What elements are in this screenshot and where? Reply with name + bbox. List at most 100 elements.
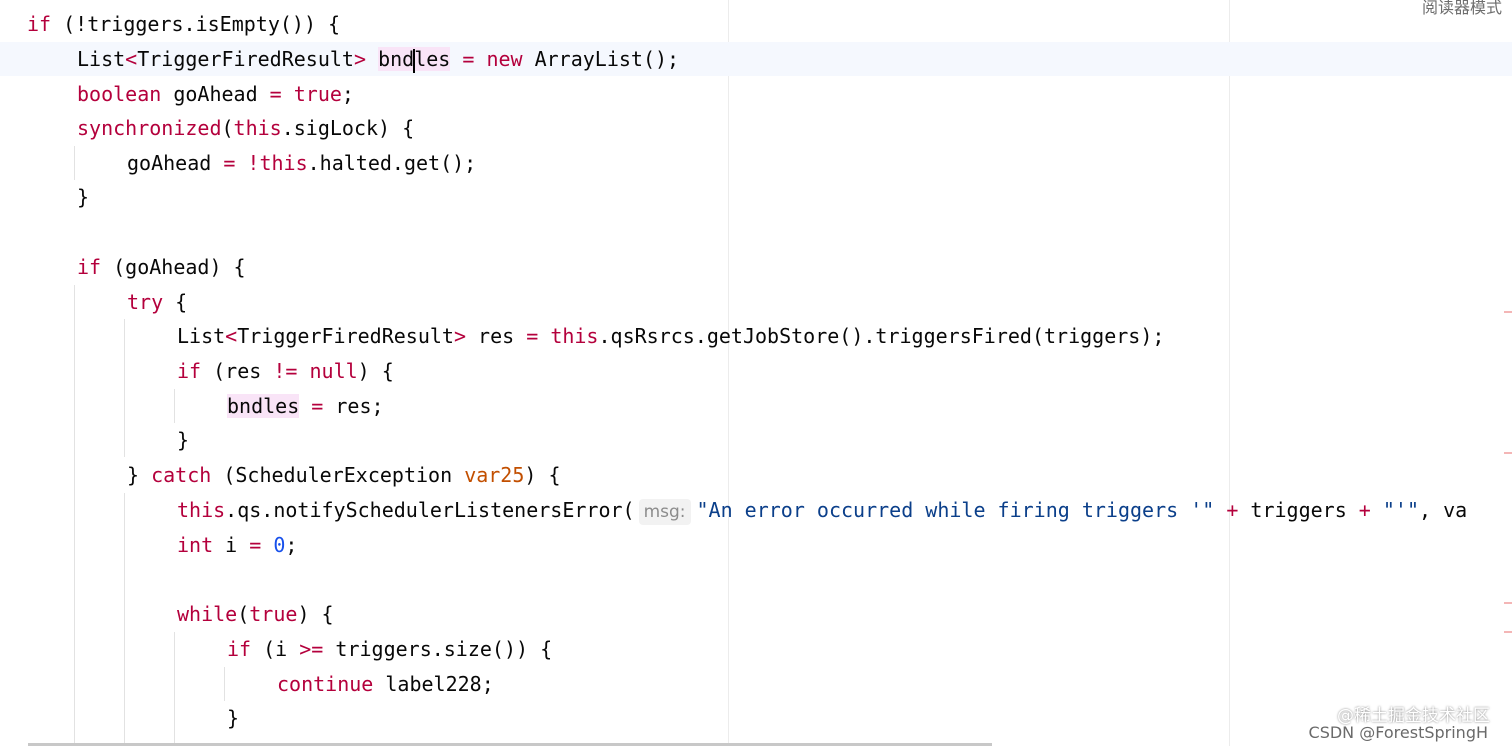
code-text: goAhead	[127, 151, 212, 175]
code-editor[interactable]: 阅读器模式 if (!triggers.isEmpty()) { List<Tr…	[0, 0, 1512, 746]
number-literal: 0	[273, 533, 286, 557]
keyword: true	[249, 602, 298, 626]
keyword: if	[77, 255, 102, 279]
keyword: while	[177, 602, 238, 626]
code-line-19[interactable]: }	[227, 701, 239, 735]
author-watermark: CSDN @ForestSpringH	[1308, 723, 1488, 742]
code-line-4[interactable]: synchronized(this.sigLock) {	[77, 111, 414, 145]
keyword: catch	[151, 463, 212, 487]
code-line-5[interactable]: goAhead = !this.halted.get();	[127, 146, 476, 180]
right-margin-guide	[728, 0, 729, 746]
code-text: (	[221, 116, 234, 140]
code-line-7[interactable]: if (goAhead) {	[77, 250, 246, 284]
code-text: ) {	[297, 602, 334, 626]
code-text: ;	[285, 533, 298, 557]
keyword: true	[293, 82, 342, 106]
highlighted-variable: bndles	[378, 47, 451, 73]
code-text: i	[213, 533, 238, 557]
code-text: goAhead	[161, 82, 258, 106]
highlighted-variable: bndles	[227, 394, 300, 418]
keyword: synchronized	[77, 116, 222, 140]
code-text: .halted.get();	[307, 151, 477, 175]
keyword: this	[233, 116, 282, 140]
operator: =	[514, 324, 551, 348]
code-line-3[interactable]: boolean goAhead = true;	[77, 77, 354, 111]
code-text: .sigLock) {	[281, 116, 415, 140]
reader-mode-button[interactable]: 阅读器模式	[1422, 0, 1502, 18]
operator: >	[453, 324, 467, 348]
code-line-10[interactable]: if (res != null) {	[177, 354, 394, 388]
code-text: (i	[251, 637, 300, 661]
string-literal: "'"	[1382, 498, 1419, 522]
operator: >	[353, 47, 367, 71]
visual-guide	[1229, 0, 1230, 746]
code-text: .qsRsrcs.getJobStore().triggersFired(tri…	[598, 324, 1165, 348]
code-text: ) {	[524, 463, 561, 487]
string-literal: "An error occurred while firing triggers…	[696, 498, 1215, 522]
keyword: this	[259, 151, 308, 175]
code-text: TriggerFiredResult	[237, 324, 454, 348]
keyword: null	[309, 359, 358, 383]
keyword: boolean	[77, 82, 162, 106]
code-text: (	[237, 602, 250, 626]
code-text: triggers.size()) {	[323, 637, 553, 661]
code-line-13[interactable]: } catch (SchedulerException var25) {	[127, 458, 561, 492]
code-line-8[interactable]: try {	[127, 285, 187, 319]
keyword: continue	[277, 672, 374, 696]
operator: =	[211, 151, 248, 175]
operator: !	[247, 151, 260, 175]
code-text: List	[177, 324, 226, 348]
code-text: (res	[201, 359, 274, 383]
code-text: res;	[335, 394, 384, 418]
code-text: }	[127, 463, 152, 487]
code-text: }	[77, 185, 90, 209]
indent-guide	[174, 632, 175, 746]
code-text: label228;	[373, 672, 494, 696]
code-line-15[interactable]: int i = 0;	[177, 528, 297, 562]
indent-guide	[174, 389, 175, 423]
indent-guide	[224, 667, 225, 701]
parameter-hint: msg:	[638, 499, 691, 525]
code-line-16[interactable]: while(true) {	[177, 597, 334, 631]
operator: =	[450, 47, 487, 71]
code-text: }	[227, 706, 240, 730]
code-line-2[interactable]: List<TriggerFiredResult> bndles = new Ar…	[77, 42, 679, 76]
code-text: ;	[341, 82, 354, 106]
operator: =	[257, 82, 294, 106]
code-text: (!triggers.isEmpty()) {	[51, 12, 341, 36]
operator: !=	[273, 359, 298, 383]
keyword: this	[550, 324, 599, 348]
code-text: res	[466, 324, 515, 348]
code-text: TriggerFiredResult	[137, 47, 354, 71]
keyword: if	[177, 359, 202, 383]
keyword: try	[127, 290, 164, 314]
code-text: ArrayList();	[522, 47, 680, 71]
code-line-14[interactable]: this.qs.notifySchedulerListenersError(ms…	[177, 493, 1467, 527]
code-line-17[interactable]: if (i >= triggers.size()) {	[227, 632, 552, 666]
operator: <	[125, 47, 138, 71]
keyword: if	[27, 12, 52, 36]
code-line-6[interactable]: }	[77, 180, 89, 214]
indent-guide	[74, 285, 75, 746]
indent-guide	[74, 146, 75, 180]
code-line-9[interactable]: List<TriggerFiredResult> res = this.qsRs…	[177, 319, 1164, 353]
code-line-1[interactable]: if (!triggers.isEmpty()) {	[27, 7, 340, 41]
code-line-11[interactable]: bndles = res;	[227, 389, 384, 423]
operator: =	[299, 394, 336, 418]
parameter: var25	[464, 463, 525, 487]
code-text: (goAhead) {	[101, 255, 246, 279]
code-line-12[interactable]: }	[177, 423, 189, 457]
code-text: }	[177, 428, 190, 452]
keyword: this	[177, 498, 226, 522]
operator: +	[1346, 498, 1383, 522]
operator: +	[1214, 498, 1251, 522]
code-text: triggers	[1250, 498, 1347, 522]
indent-guide	[124, 493, 125, 746]
operator: =	[237, 533, 274, 557]
code-text: ) {	[357, 359, 394, 383]
code-text: , va	[1418, 498, 1468, 522]
indent-guide	[124, 319, 125, 457]
code-text: (SchedulerException	[211, 463, 465, 487]
code-text: .qs.notifySchedulerListenersError(	[225, 498, 635, 522]
code-line-18[interactable]: continue label228;	[277, 667, 494, 701]
